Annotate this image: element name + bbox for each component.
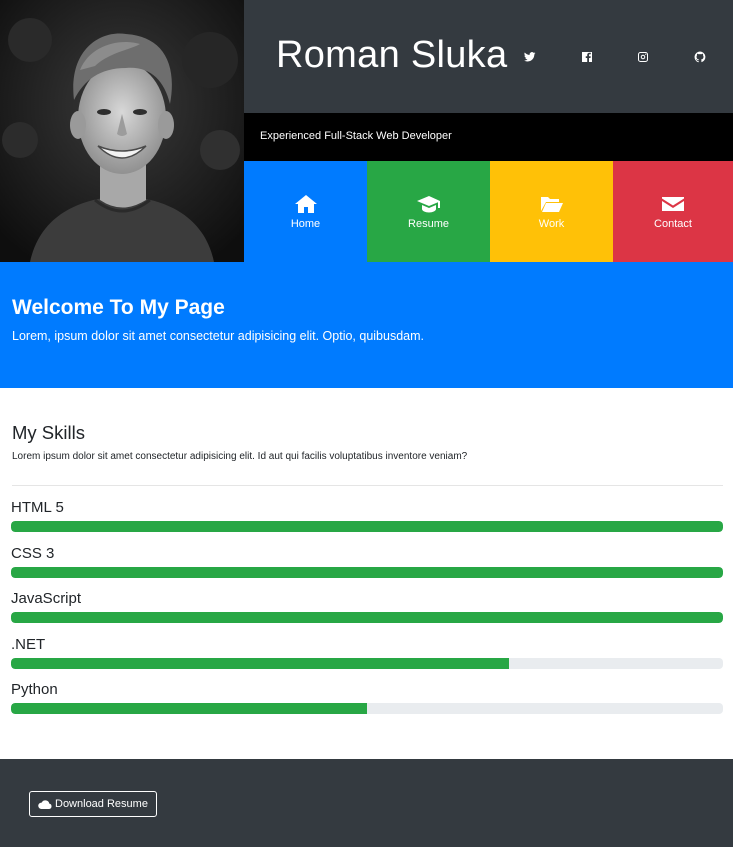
facebook-icon xyxy=(582,52,592,62)
main-nav: Home Resume Work Contact xyxy=(244,161,733,262)
nav-resume-label: Resume xyxy=(408,217,449,230)
facebook-link[interactable] xyxy=(578,48,596,66)
cloud-icon xyxy=(38,799,52,809)
skill-name: Python xyxy=(11,681,58,698)
profile-photo xyxy=(0,0,244,262)
skill-progress-bar xyxy=(11,521,723,532)
skills-intro: Lorem ipsum dolor sit amet consectetur a… xyxy=(12,451,468,462)
graduation-cap-icon xyxy=(416,195,440,212)
instagram-icon xyxy=(638,52,648,62)
skill-item: .NET xyxy=(11,634,723,669)
instagram-link[interactable] xyxy=(634,48,652,66)
skill-progress-fill xyxy=(11,612,723,623)
skills-divider xyxy=(12,485,723,486)
envelope-icon xyxy=(662,196,684,211)
skill-name: .NET xyxy=(11,636,46,653)
nav-work-label: Work xyxy=(538,217,565,230)
skill-name: JavaScript xyxy=(11,590,82,607)
tagline-bar: Experienced Full-Stack Web Developer xyxy=(244,113,733,161)
twitter-icon xyxy=(524,52,536,62)
skills-title: My Skills xyxy=(12,422,85,443)
skill-progress-fill xyxy=(11,567,723,578)
welcome-title: Welcome To My Page xyxy=(12,296,225,319)
skill-progress-bar xyxy=(11,567,723,578)
github-link[interactable] xyxy=(691,48,709,66)
github-icon xyxy=(694,51,706,63)
skill-progress-bar xyxy=(11,703,723,714)
title-bar: Roman Sluka xyxy=(244,0,733,113)
skill-progress-fill xyxy=(11,658,510,669)
tagline: Experienced Full-Stack Web Developer xyxy=(260,130,452,142)
skill-item: Python xyxy=(11,679,723,714)
nav-work[interactable]: Work xyxy=(490,161,613,262)
header: Roman Sluka Experienced Full-Stack Web D… xyxy=(0,0,733,262)
footer: Download Resume xyxy=(0,759,733,847)
twitter-link[interactable] xyxy=(521,48,539,66)
nav-contact[interactable]: Contact xyxy=(613,161,733,262)
skill-item: CSS 3 xyxy=(11,543,723,578)
home-icon xyxy=(294,194,317,213)
skill-progress-fill xyxy=(11,521,723,532)
download-resume-label: Download Resume xyxy=(55,798,148,810)
skill-name: HTML 5 xyxy=(11,499,64,516)
skill-item: JavaScript xyxy=(11,588,723,623)
nav-home[interactable]: Home xyxy=(244,161,367,262)
skill-progress-fill xyxy=(11,703,367,714)
download-resume-button[interactable]: Download Resume xyxy=(29,791,157,817)
skill-progress-bar xyxy=(11,658,723,669)
folder-open-icon xyxy=(540,196,563,212)
nav-resume[interactable]: Resume xyxy=(367,161,490,262)
welcome-text: Lorem, ipsum dolor sit amet consectetur … xyxy=(12,329,424,343)
nav-contact-label: Contact xyxy=(654,217,692,230)
site-owner-name: Roman Sluka xyxy=(276,34,508,76)
skill-name: CSS 3 xyxy=(11,545,55,562)
skill-progress-bar xyxy=(11,612,723,623)
nav-home-label: Home xyxy=(290,217,321,230)
welcome-section: Welcome To My Page Lorem, ipsum dolor si… xyxy=(0,262,733,388)
skill-item: HTML 5 xyxy=(11,497,723,532)
skills-section: My Skills Lorem ipsum dolor sit amet con… xyxy=(0,388,733,759)
